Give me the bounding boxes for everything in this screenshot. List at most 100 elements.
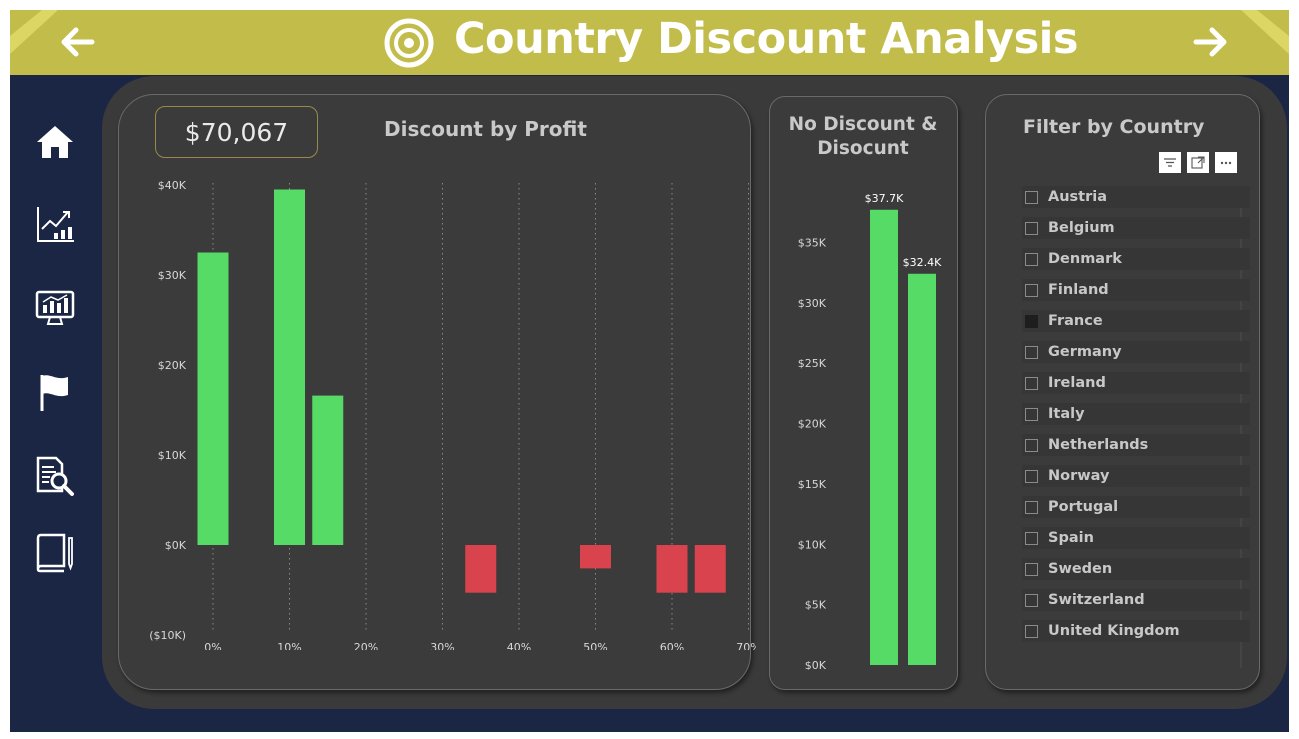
dashboard-frame: Country Discount Analysis $70,067 Discou… <box>10 10 1289 732</box>
page-title: Country Discount Analysis <box>454 14 1079 64</box>
slicer-item-label: Ireland <box>1048 375 1106 391</box>
arrow-right-icon[interactable] <box>1190 22 1230 62</box>
slicer-item-spain[interactable]: Spain <box>1022 527 1250 549</box>
discount-chart-title: Discount by Profit <box>384 117 587 141</box>
nodiscount-bar <box>870 209 898 665</box>
slicer-item-label: Finland <box>1048 282 1109 298</box>
y-tick-label: $20K <box>798 418 827 431</box>
checkbox[interactable] <box>1025 407 1038 421</box>
profit-bar <box>580 545 611 569</box>
slicer-item-ireland[interactable]: Ireland <box>1022 372 1250 394</box>
header-bar: Country Discount Analysis <box>10 10 1289 75</box>
y-tick-label: $30K <box>158 269 187 282</box>
profit-bar <box>274 189 305 545</box>
profit-bar <box>312 395 344 545</box>
y-tick-label: $15K <box>798 478 827 491</box>
nodiscount-bar <box>908 273 936 665</box>
slicer-item-label: Norway <box>1048 468 1110 484</box>
checkbox[interactable] <box>1025 376 1038 390</box>
slicer-item-switzerland[interactable]: Switzerland <box>1022 589 1250 611</box>
filter-icon[interactable] <box>1159 152 1181 173</box>
y-tick-label: $25K <box>798 357 827 370</box>
slicer-item-label: Austria <box>1048 189 1108 205</box>
slicer-item-denmark[interactable]: Denmark <box>1022 248 1250 270</box>
nodiscount-title-line2: Disocunt <box>817 138 909 159</box>
flag-icon[interactable] <box>34 371 76 413</box>
slicer-item-label: United Kingdom <box>1048 623 1180 639</box>
y-tick-label: $35K <box>798 236 827 249</box>
checkbox[interactable] <box>1025 562 1038 576</box>
slicer-item-label: Netherlands <box>1048 437 1149 453</box>
checkbox[interactable] <box>1025 345 1038 359</box>
checkbox[interactable] <box>1025 500 1038 514</box>
total-profit-kpi: $70,067 <box>155 106 318 158</box>
header-corner-right <box>1241 10 1289 54</box>
monitor-chart-icon[interactable] <box>34 288 76 330</box>
slicer-item-label: Switzerland <box>1048 592 1145 608</box>
y-tick-label: $40K <box>158 179 187 192</box>
x-tick-label: 70% <box>736 641 756 650</box>
checkbox[interactable] <box>1025 438 1038 452</box>
checkbox[interactable] <box>1025 314 1038 328</box>
checkbox[interactable] <box>1025 593 1038 607</box>
y-tick-label: $5K <box>805 599 827 612</box>
y-tick-label: ($10K) <box>149 629 186 642</box>
x-tick-label: 50% <box>583 641 607 650</box>
checkbox[interactable] <box>1025 469 1038 483</box>
slicer-item-italy[interactable]: Italy <box>1022 403 1250 425</box>
x-tick-label: 60% <box>660 641 684 650</box>
x-tick-label: 30% <box>430 641 454 650</box>
slicer-item-germany[interactable]: Germany <box>1022 341 1250 363</box>
slicer-item-finland[interactable]: Finland <box>1022 279 1250 301</box>
y-tick-label: $10K <box>158 449 187 462</box>
bar-data-label: $32.4K <box>903 256 942 269</box>
book-icon[interactable] <box>34 532 76 574</box>
nodiscount-chart-title: No Discount & Disocunt <box>769 113 957 161</box>
slicer-item-label: Italy <box>1048 406 1085 422</box>
profit-bar <box>465 545 497 593</box>
slicer-item-label: Spain <box>1048 530 1094 546</box>
x-tick-label: 0% <box>204 641 221 650</box>
bar-data-label: $37.7K <box>865 192 904 205</box>
slicer-item-label: Sweden <box>1048 561 1113 577</box>
checkbox[interactable] <box>1025 221 1038 235</box>
slicer-item-netherlands[interactable]: Netherlands <box>1022 434 1250 456</box>
slicer-item-austria[interactable]: Austria <box>1022 186 1250 208</box>
slicer-item-belgium[interactable]: Belgium <box>1022 217 1250 239</box>
discount-profit-chart: $40K $30K $20K $10K $0K ($10K) 0% 10% 20% 30% 40% 5… <box>149 179 756 650</box>
slicer-item-label: Denmark <box>1048 251 1122 267</box>
y-tick-label: $0K <box>805 659 827 670</box>
x-tick-label: 10% <box>277 641 301 650</box>
profit-bar <box>197 252 229 545</box>
target-icon <box>384 18 434 68</box>
slicer-item-united-kingdom[interactable]: United Kingdom <box>1022 620 1250 642</box>
document-search-icon[interactable] <box>34 455 76 497</box>
x-tick-label: 20% <box>354 641 378 650</box>
checkbox[interactable] <box>1025 252 1038 266</box>
y-tick-label: $20K <box>158 359 187 372</box>
slicer-item-label: France <box>1048 313 1103 329</box>
more-options-icon[interactable] <box>1215 152 1237 173</box>
filter-title: Filter by Country <box>1023 116 1205 138</box>
y-tick-label: $10K <box>798 538 827 551</box>
nodiscount-chart: $35K $30K $25K $20K $15K $10K $5K $0K $37.7K $32.… <box>798 192 942 670</box>
slicer-item-sweden[interactable]: Sweden <box>1022 558 1250 580</box>
arrow-left-icon[interactable] <box>58 22 98 62</box>
y-tick-label: $30K <box>798 297 827 310</box>
slicer-item-france[interactable]: France <box>1022 310 1250 332</box>
checkbox[interactable] <box>1025 283 1038 297</box>
trend-chart-icon[interactable] <box>34 203 76 245</box>
checkbox[interactable] <box>1025 190 1038 204</box>
checkbox[interactable] <box>1025 624 1038 638</box>
nodiscount-title-line1: No Discount & <box>788 114 938 135</box>
x-tick-label: 40% <box>507 641 531 650</box>
profit-bar <box>656 545 688 593</box>
slicer-item-portugal[interactable]: Portugal <box>1022 496 1250 518</box>
profit-bar <box>694 545 726 593</box>
slicer-item-label: Germany <box>1048 344 1122 360</box>
focus-mode-icon[interactable] <box>1187 152 1209 173</box>
slicer-item-norway[interactable]: Norway <box>1022 465 1250 487</box>
y-tick-label: $0K <box>165 539 187 552</box>
home-icon[interactable] <box>34 121 76 163</box>
checkbox[interactable] <box>1025 531 1038 545</box>
